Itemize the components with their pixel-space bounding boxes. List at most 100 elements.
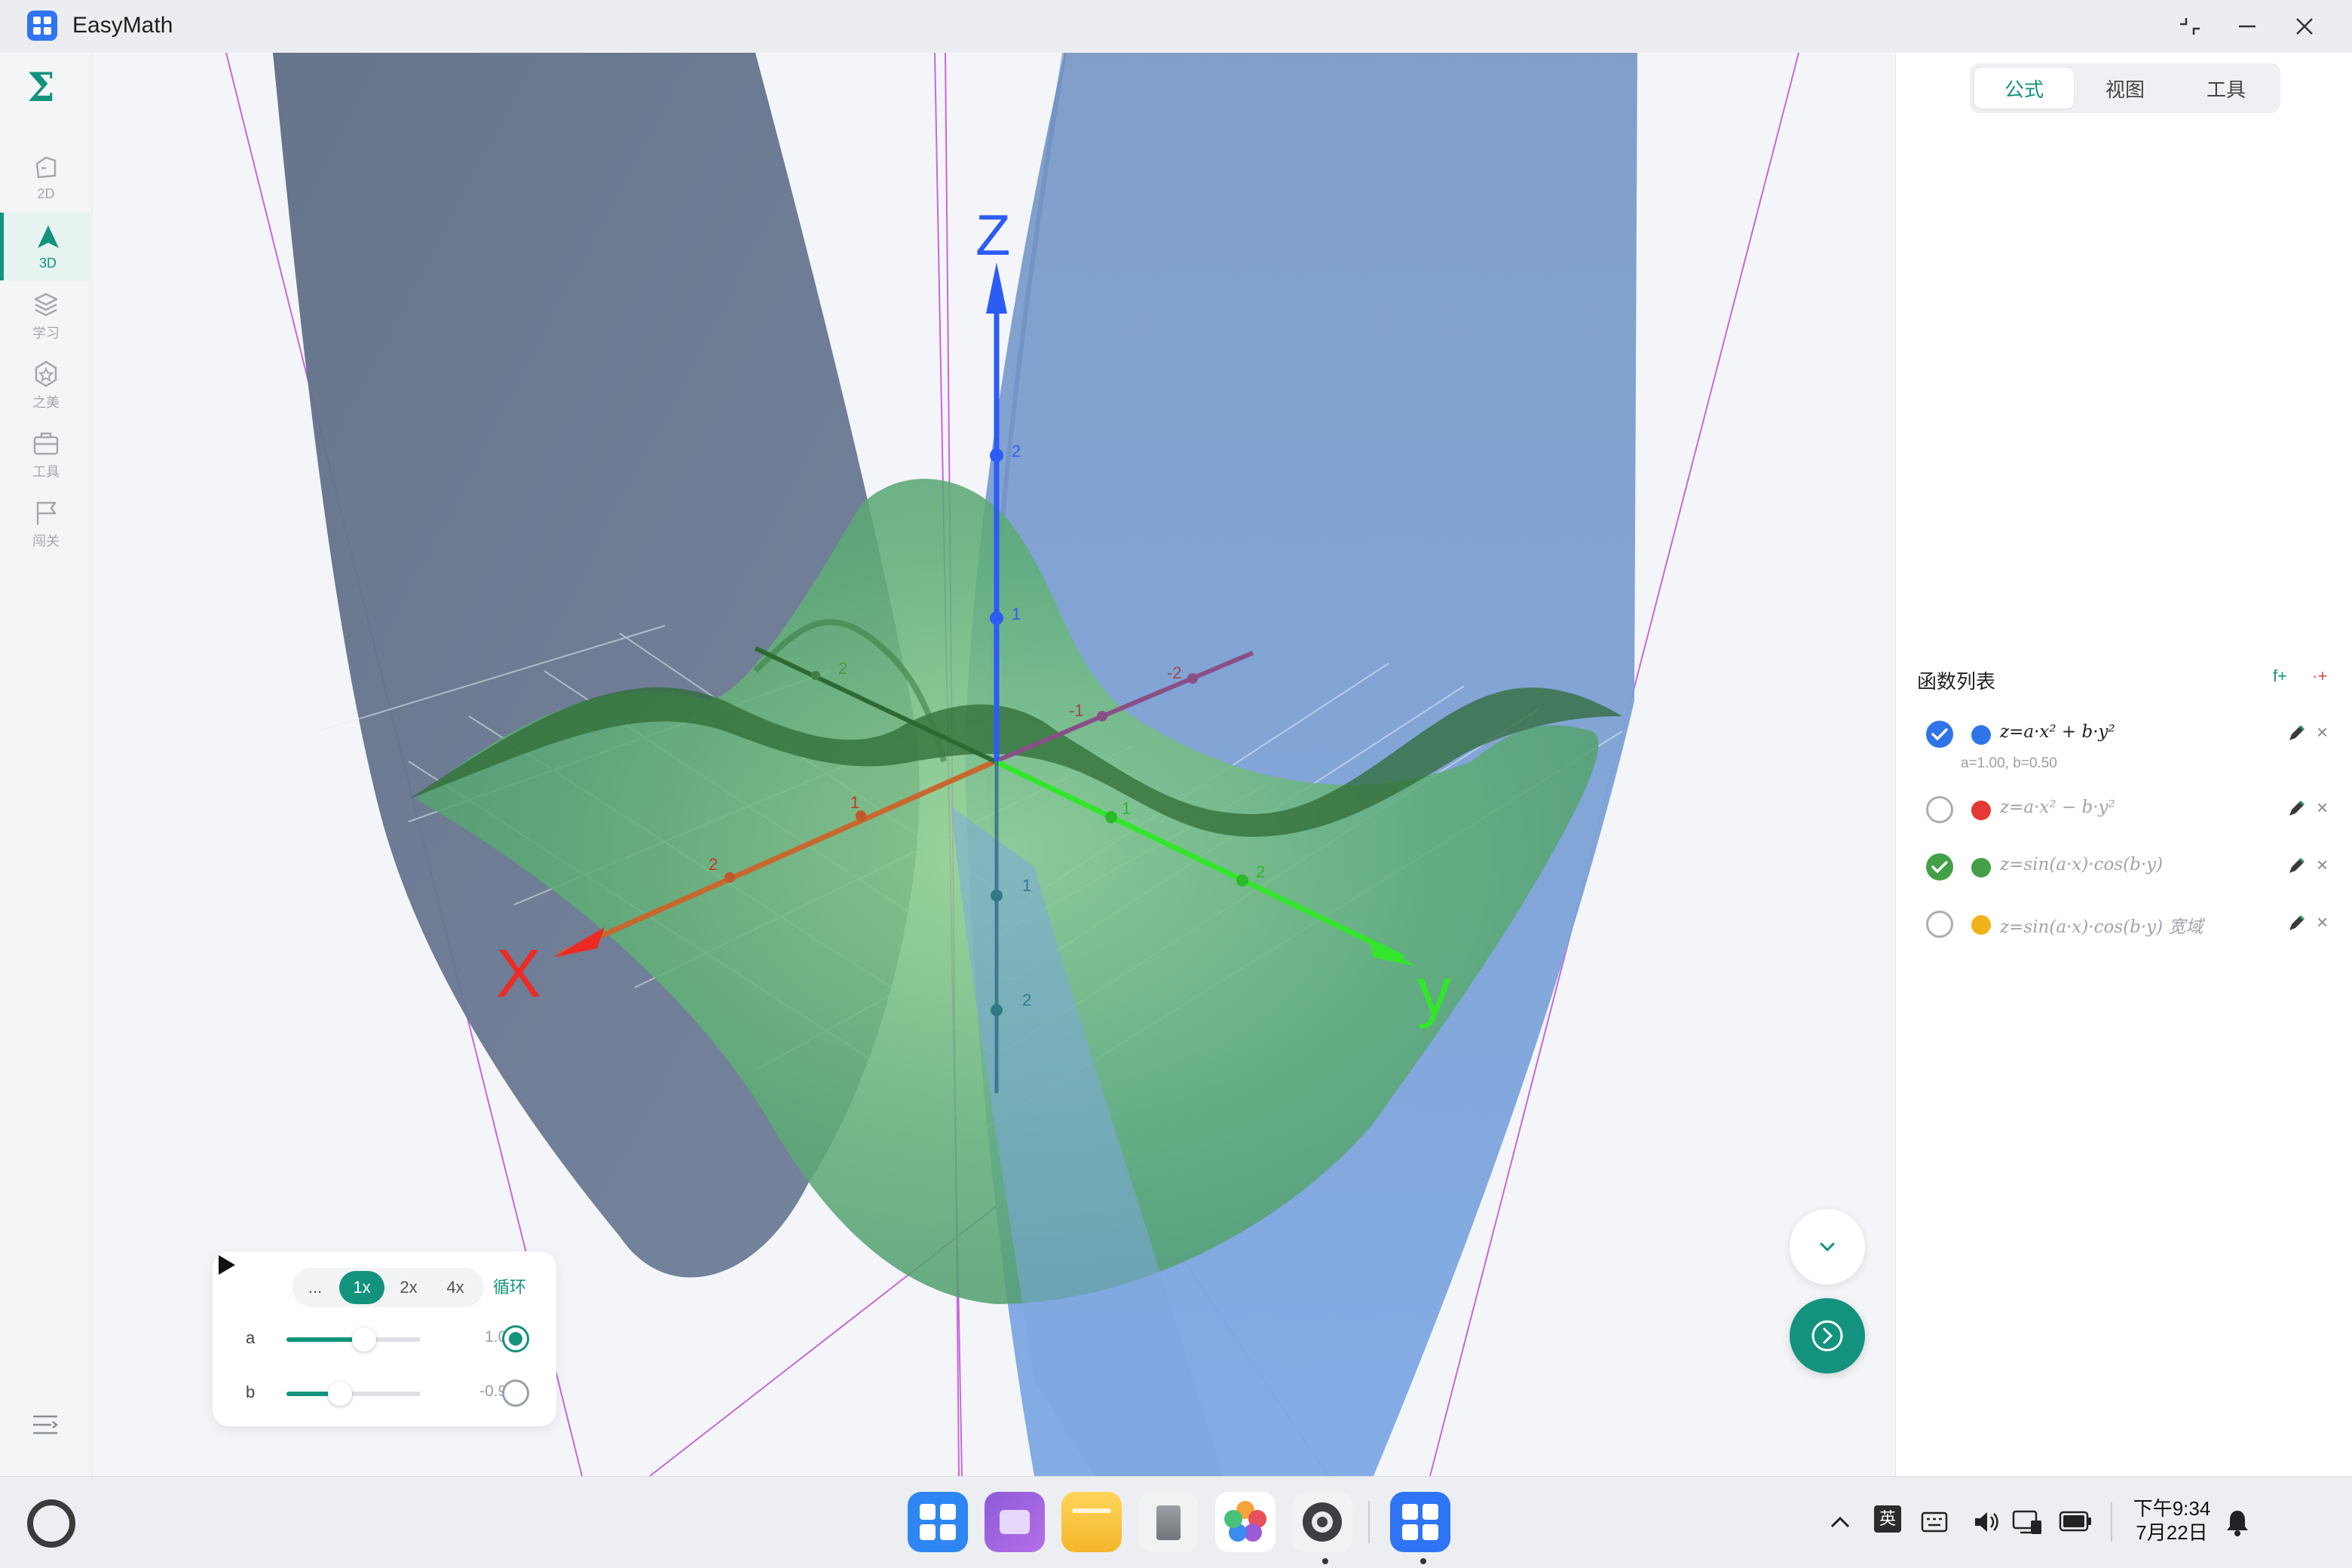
speed-option-more[interactable]: ...	[292, 1271, 338, 1304]
function-color-dot	[1971, 725, 1991, 745]
add-point-button[interactable]: ·+	[2312, 666, 2327, 686]
neg-x-tick-label: -2	[1167, 663, 1182, 682]
param-a-slider[interactable]	[286, 1328, 421, 1352]
remove-function-button[interactable]: ×	[2317, 796, 2328, 819]
shape-3d-icon	[37, 225, 59, 248]
volume-icon[interactable]	[1971, 1507, 2001, 1537]
app-title: EasyMath	[72, 13, 173, 38]
app-grid-icon[interactable]	[908, 1492, 968, 1552]
sidebar-label: 学习	[32, 326, 60, 341]
close-button[interactable]	[2286, 8, 2323, 45]
shape-2d-icon	[35, 156, 57, 178]
x-tick-label: 1	[850, 793, 859, 812]
function-color-dot	[1971, 858, 1991, 877]
files-icon[interactable]	[1061, 1492, 1122, 1552]
graph-canvas-3d[interactable]: 1 2 X -1 -2 2 1 2 y 1 2 2 1 Z ... 1x 2x …	[92, 53, 1895, 1476]
pencil-icon[interactable]	[2285, 722, 2308, 745]
pencil-icon[interactable]	[2285, 912, 2308, 935]
z-tick-label: 1	[1022, 876, 1031, 895]
speed-option-2x[interactable]: 2x	[386, 1271, 431, 1304]
x-axis-label: X	[496, 936, 541, 1012]
function-row[interactable]: z=sin(a·x)·cos(b·y) 宽域 ×	[1896, 902, 2352, 947]
remove-function-button[interactable]: ×	[2317, 911, 2328, 934]
neg-x-tick-label: -1	[1069, 701, 1084, 720]
battery-icon[interactable]	[2058, 1508, 2093, 1534]
z-tick-label: 2	[1012, 442, 1021, 461]
speed-option-4x[interactable]: 4x	[433, 1271, 478, 1304]
easymath-taskbar-icon[interactable]	[1390, 1492, 1450, 1552]
function-row[interactable]: z=a·x² − b·y² ×	[1896, 787, 2352, 832]
param-b-radio[interactable]	[502, 1380, 529, 1407]
sidebar-item-learn[interactable]: 学习	[0, 282, 92, 350]
add-function-button[interactable]: f+	[2273, 666, 2287, 686]
function-expression: z=sin(a·x)·cos(b·y)	[2000, 855, 2164, 874]
panel-tabs: 公式 视图 工具	[1970, 63, 2280, 113]
multitask-icon[interactable]	[985, 1492, 1045, 1552]
sidebar-item-beauty[interactable]: 之美	[0, 351, 92, 419]
settings-icon[interactable]	[1292, 1492, 1352, 1552]
running-indicator	[1322, 1558, 1328, 1564]
minimize-button[interactable]	[2228, 8, 2266, 45]
start-button[interactable]	[27, 1499, 75, 1548]
app-logo-icon	[27, 11, 57, 41]
y-axis-label: y	[1417, 954, 1451, 1030]
tab-tools[interactable]: 工具	[2176, 68, 2276, 109]
param-b-knob[interactable]	[328, 1382, 352, 1406]
function-row[interactable]: z=sin(a·x)·cos(b·y) ×	[1896, 844, 2352, 890]
restore-button[interactable]	[2171, 8, 2209, 45]
clock[interactable]: 下午9:34 7月22日	[2130, 1496, 2213, 1545]
menu-collapse-icon[interactable]	[30, 1410, 60, 1440]
bell-icon[interactable]	[2224, 1507, 2251, 1537]
sidebar-item-tools[interactable]: 工具	[0, 421, 92, 488]
function-expression: z=sin(a·x)·cos(b·y) 宽域	[2000, 917, 2203, 937]
layers-icon	[34, 292, 58, 317]
ime-indicator[interactable]: 英	[1874, 1505, 1901, 1533]
param-b-label: b	[246, 1383, 256, 1401]
neg-y-tick-label: 2	[838, 659, 847, 678]
function-expression: z=a·x² + b·y²	[2000, 722, 2115, 742]
speed-option-1x[interactable]: 1x	[339, 1271, 384, 1304]
sidebar-item-challenge[interactable]: 闯关	[0, 490, 92, 558]
z-tick-label: 2	[1022, 991, 1031, 1009]
collapse-down-button[interactable]	[1790, 1209, 1865, 1285]
play-icon[interactable]	[213, 1251, 240, 1279]
param-a-knob[interactable]	[352, 1328, 376, 1352]
pencil-icon[interactable]	[2285, 855, 2308, 877]
function-checkbox[interactable]	[1926, 796, 1953, 823]
right-panel: 公式 视图 工具 函数列表 f+ ·+ z=a·x² + b·y² a=1.00…	[1895, 53, 2352, 1476]
function-params: a=1.00, b=0.50	[1961, 755, 2057, 771]
loop-toggle[interactable]: 循环	[493, 1274, 526, 1298]
z-axis-arrow	[986, 262, 1007, 314]
sidebar-item-2d[interactable]: 2D	[0, 143, 92, 211]
trash-icon[interactable]	[1138, 1492, 1199, 1552]
pencil-icon[interactable]	[2285, 798, 2308, 820]
param-b-slider[interactable]	[286, 1382, 421, 1406]
tab-formula[interactable]: 公式	[1974, 68, 2074, 109]
left-sidebar: Σ 2D 3D 学习 之美 工具 闯关	[0, 53, 92, 1476]
photos-icon[interactable]	[1215, 1492, 1276, 1552]
keyboard-icon[interactable]	[1919, 1507, 1949, 1537]
sidebar-label: 2D	[37, 185, 55, 201]
taskbar: 英 下午9:34 7月22日	[0, 1476, 2352, 1568]
remove-function-button[interactable]: ×	[2317, 721, 2328, 744]
tab-view[interactable]: 视图	[2075, 68, 2175, 109]
display-icon[interactable]	[2011, 1507, 2044, 1537]
animation-player: ... 1x 2x 4x 循环 a 1.00 b -0.94	[213, 1251, 556, 1426]
y-tick-label: 2	[1256, 862, 1265, 881]
taskbar-separator	[1368, 1501, 1370, 1543]
app-window: EasyMath Σ 2D 3D 学习 之美 工具 闯关 1 2 X -1 -2…	[0, 0, 2352, 1476]
function-checkbox[interactable]	[1926, 911, 1953, 938]
running-indicator	[1420, 1558, 1426, 1564]
param-a-radio[interactable]	[502, 1325, 529, 1352]
sidebar-item-3d[interactable]: 3D	[0, 213, 92, 280]
function-checkbox-checked[interactable]	[1926, 721, 1953, 748]
check-icon	[1931, 728, 1948, 741]
function-row[interactable]: z=a·x² + b·y² a=1.00, b=0.50 ×	[1896, 712, 2352, 787]
function-list-title: 函数列表	[1917, 670, 1996, 693]
next-button[interactable]	[1790, 1298, 1865, 1374]
remove-function-button[interactable]: ×	[2317, 853, 2328, 877]
clock-time: 下午9:34	[2133, 1497, 2211, 1520]
chevron-down-icon	[1820, 1242, 1835, 1252]
function-checkbox-checked[interactable]	[1926, 853, 1953, 880]
chevron-up-icon[interactable]	[1827, 1510, 1853, 1536]
